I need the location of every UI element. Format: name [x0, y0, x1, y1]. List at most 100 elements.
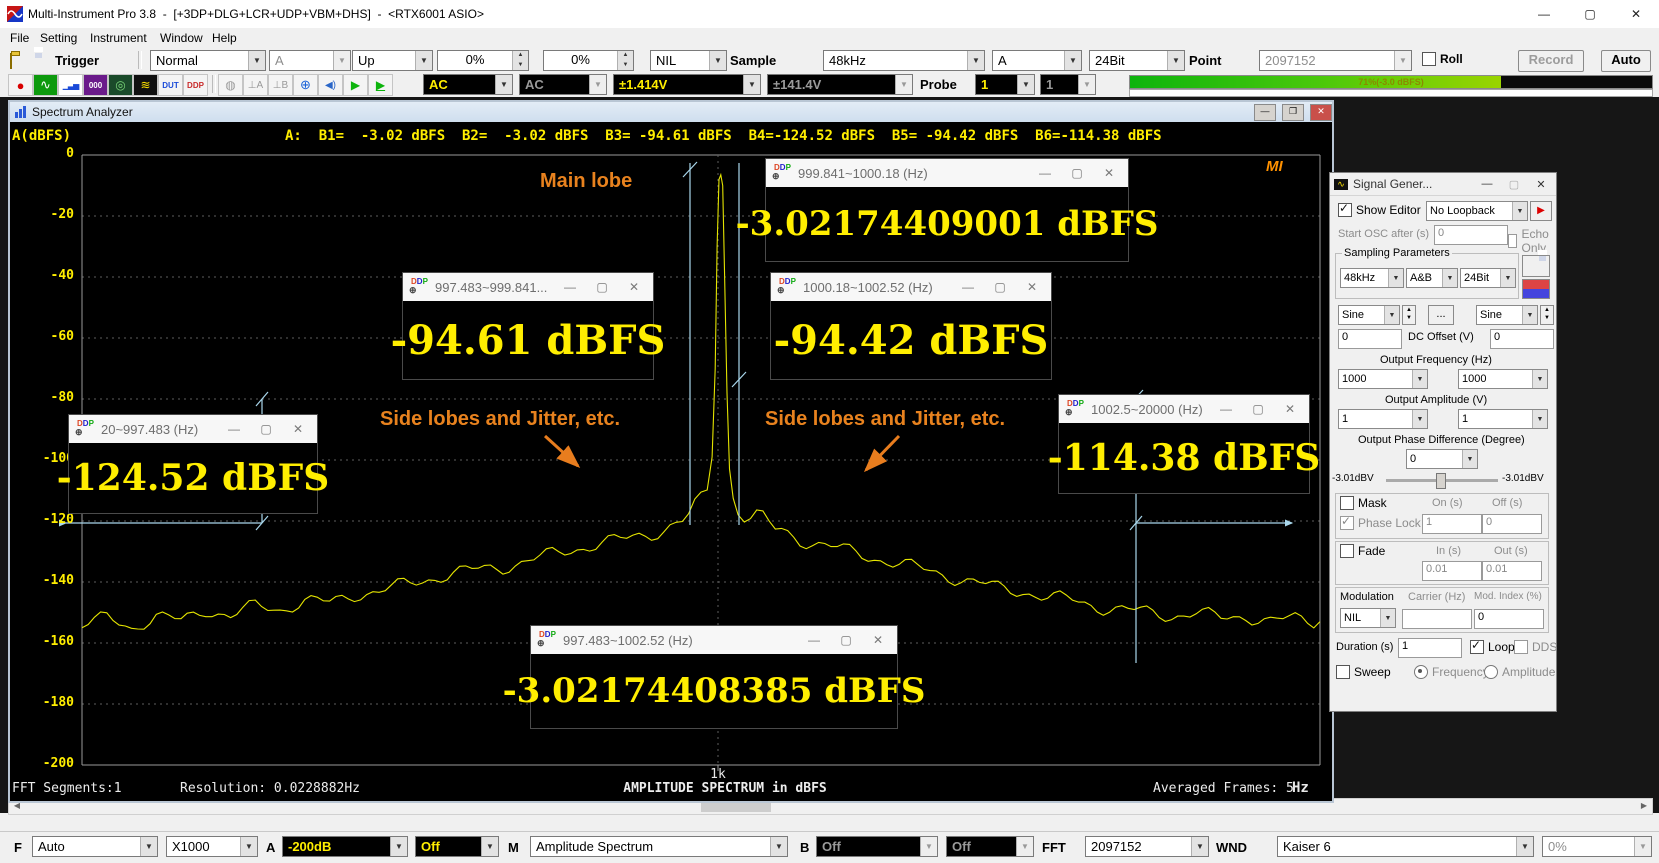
- chevron-down-icon[interactable]: ▼: [770, 837, 787, 856]
- chevron-down-icon[interactable]: ▼: [709, 51, 726, 70]
- maximize-icon[interactable]: ▢: [1064, 166, 1090, 180]
- multimeter-icon[interactable]: ◎: [108, 74, 133, 96]
- phase-select[interactable]: 0▼: [1406, 449, 1478, 469]
- maximize-icon[interactable]: ▢: [1245, 402, 1271, 416]
- maximize-icon[interactable]: ▢: [987, 280, 1013, 294]
- chevron-down-icon[interactable]: ▼: [1017, 75, 1034, 94]
- mod-index-input[interactable]: 0: [1474, 609, 1544, 629]
- frequency-b-select[interactable]: 1000▼: [1458, 369, 1548, 389]
- maximize-icon[interactable]: ▢: [1567, 0, 1613, 28]
- device-test-plan-icon[interactable]: DUT: [158, 74, 183, 96]
- scroll-right-icon[interactable]: ▶: [1636, 799, 1652, 812]
- chevron-down-icon[interactable]: ▼: [1500, 269, 1515, 287]
- hpf-select[interactable]: NIL▼: [650, 50, 727, 71]
- chevron-down-icon[interactable]: ▼: [140, 837, 157, 856]
- dc-offset-b-input[interactable]: 0: [1490, 329, 1554, 349]
- ddp-titlebar[interactable]: DDP⊕ 20~997.483 (Hz) — ▢ ✕: [69, 415, 317, 443]
- chevron-down-icon[interactable]: ▼: [1064, 51, 1081, 70]
- sg-sampling-rate-select[interactable]: 48kHz▼: [1340, 268, 1404, 288]
- minimize-icon[interactable]: —: [955, 280, 981, 294]
- hold-icon[interactable]: ◍: [218, 74, 243, 96]
- chevron-down-icon[interactable]: ▼: [1380, 609, 1395, 627]
- frequency-a-select[interactable]: 1000▼: [1338, 369, 1428, 389]
- loop-checkbox[interactable]: Loop: [1470, 640, 1515, 654]
- minimize-icon[interactable]: —: [1254, 104, 1276, 121]
- trigger-delay-spinner[interactable]: 0% ▲▼: [543, 50, 634, 71]
- ddp-titlebar[interactable]: DDP⊕ 999.841~1000.18 (Hz) — ▢ ✕: [766, 159, 1128, 187]
- chevron-down-icon[interactable]: ▼: [1167, 51, 1184, 70]
- chevron-down-icon[interactable]: ▼: [1412, 410, 1427, 428]
- spinner-arrows-icon[interactable]: ▲▼: [617, 51, 633, 70]
- channel-select[interactable]: A▼: [992, 50, 1082, 71]
- mask-checkbox[interactable]: Mask: [1340, 496, 1387, 510]
- sg-save-button[interactable]: [1522, 255, 1550, 277]
- minimize-icon[interactable]: —: [1032, 166, 1058, 180]
- menu-file[interactable]: File: [6, 30, 33, 46]
- frequency-axis-select[interactable]: Auto▼: [32, 836, 158, 857]
- checkbox-icon[interactable]: [1422, 52, 1436, 66]
- checkbox-icon[interactable]: [1470, 640, 1484, 654]
- probe-a-select[interactable]: 1▼: [975, 74, 1035, 95]
- waveform-b-select[interactable]: Sine▼: [1476, 305, 1538, 325]
- restore-icon[interactable]: ❐: [1282, 104, 1304, 121]
- trigger-mode-select[interactable]: Normal▼: [150, 50, 266, 71]
- carrier-input[interactable]: [1402, 609, 1472, 629]
- reference-a-select[interactable]: Off▼: [415, 836, 499, 857]
- maximize-icon[interactable]: ▢: [253, 422, 279, 436]
- trigger-level-spinner[interactable]: 0% ▲▼: [437, 50, 529, 71]
- level-slider-thumb[interactable]: [1436, 473, 1446, 489]
- signal-generator-icon[interactable]: ∿: [33, 74, 58, 96]
- maximize-icon[interactable]: ▢: [833, 633, 859, 647]
- fade-checkbox[interactable]: Fade: [1340, 544, 1385, 558]
- sg-channels-select[interactable]: A&B▼: [1406, 268, 1458, 288]
- close-icon[interactable]: ✕: [1530, 178, 1552, 191]
- chevron-down-icon[interactable]: ▼: [1532, 410, 1547, 428]
- ddp-titlebar[interactable]: DDP⊕ 1002.5~20000 (Hz) — ▢ ✕: [1059, 395, 1309, 423]
- ddp-titlebar[interactable]: DDP⊕ 997.483~1002.52 (Hz) — ▢ ✕: [531, 626, 897, 654]
- sg-run-button[interactable]: ▶: [1530, 201, 1552, 221]
- spectrum-3d-plot-icon[interactable]: ≋: [133, 74, 158, 96]
- coupling-a-select[interactable]: AC▼: [423, 74, 513, 95]
- minimize-icon[interactable]: —: [1521, 0, 1567, 28]
- chevron-down-icon[interactable]: ▼: [495, 75, 512, 94]
- chevron-down-icon[interactable]: ▼: [1388, 269, 1403, 287]
- calibration-icon[interactable]: ⊕: [293, 74, 318, 96]
- range-a-display-select[interactable]: -200dB▼: [282, 836, 408, 857]
- spinner-arrows-icon[interactable]: ▲▼: [512, 51, 528, 70]
- close-icon[interactable]: ✕: [1096, 166, 1122, 180]
- amplitude-b-select[interactable]: 1▼: [1458, 409, 1548, 429]
- chevron-down-icon[interactable]: ▼: [415, 51, 432, 70]
- window-function-select[interactable]: Kaiser 6▼: [1277, 836, 1534, 857]
- spectrum-window-titlebar[interactable]: Spectrum Analyzer — ❐ ✕: [10, 102, 1332, 122]
- close-icon[interactable]: ✕: [865, 633, 891, 647]
- roll-checkbox[interactable]: Roll: [1422, 52, 1463, 66]
- menu-window[interactable]: Window: [156, 30, 207, 46]
- chevron-down-icon[interactable]: ▼: [1516, 837, 1533, 856]
- chevron-down-icon[interactable]: ▼: [1532, 370, 1547, 388]
- chevron-down-icon[interactable]: ▼: [1191, 837, 1208, 856]
- data-logger-ddp-icon[interactable]: DDP: [183, 74, 208, 96]
- waveform-a-select[interactable]: Sine▼: [1338, 305, 1400, 325]
- checkbox-icon[interactable]: [1340, 496, 1354, 510]
- chevron-down-icon[interactable]: ▼: [240, 837, 257, 856]
- range-a-select[interactable]: ±1.414V▼: [613, 74, 761, 95]
- signal-generator-titlebar[interactable]: ∿ Signal Gener... — ▢ ✕: [1330, 173, 1556, 196]
- minimize-icon[interactable]: —: [557, 280, 583, 294]
- trigger-slope-select[interactable]: Up▼: [352, 50, 433, 71]
- minimize-icon[interactable]: —: [801, 633, 827, 647]
- oscilloscope-icon[interactable]: ●: [8, 74, 33, 96]
- wave-file-button[interactable]: ...: [1428, 305, 1454, 325]
- chevron-down-icon[interactable]: ▼: [248, 51, 265, 70]
- chevron-down-icon[interactable]: ▼: [1522, 306, 1537, 324]
- dc-offset-a-input[interactable]: 0: [1338, 329, 1402, 349]
- close-icon[interactable]: ✕: [621, 280, 647, 294]
- chevron-down-icon[interactable]: ▼: [1442, 269, 1457, 287]
- menu-setting[interactable]: Setting: [36, 30, 81, 46]
- checkbox-icon[interactable]: [1338, 203, 1352, 217]
- chevron-down-icon[interactable]: ▼: [1384, 306, 1399, 324]
- ddp-titlebar[interactable]: DDP⊕ 997.483~999.841... — ▢ ✕: [403, 273, 653, 301]
- spectrum-mode-select[interactable]: Amplitude Spectrum▼: [530, 836, 788, 857]
- show-editor-checkbox[interactable]: Show Editor: [1338, 203, 1421, 217]
- spectrum-analyzer-icon[interactable]: ▁▃▅: [58, 74, 83, 96]
- loopback-select[interactable]: No Loopback▼: [1426, 201, 1528, 221]
